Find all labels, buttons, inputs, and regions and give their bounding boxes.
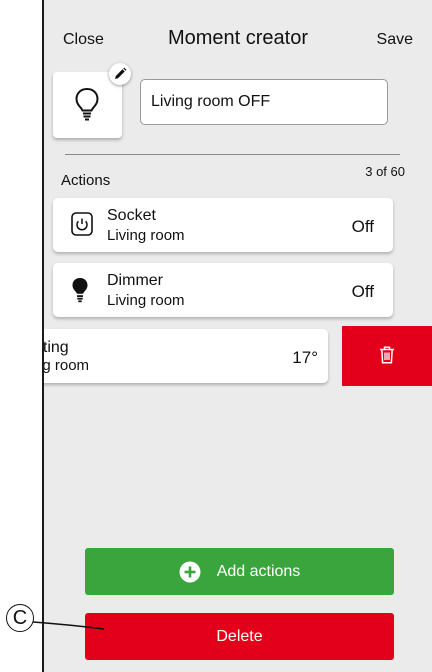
action-item-dimmer[interactable]: Dimmer Living room Off — [53, 263, 393, 317]
actions-heading: Actions — [61, 172, 111, 189]
moment-creator-screen: Close Moment creator Save 3 of 60 Action… — [44, 0, 432, 672]
pencil-icon — [115, 67, 127, 79]
divider — [65, 154, 400, 155]
socket-power-icon — [71, 212, 93, 236]
swipe-delete-button[interactable] — [342, 326, 432, 386]
edit-icon-button[interactable] — [109, 63, 131, 85]
action-room: ng room — [44, 357, 90, 374]
delete-button[interactable]: Delete — [85, 613, 394, 660]
delete-label: Delete — [216, 627, 263, 645]
plus-circle-icon — [179, 561, 201, 582]
action-room: Living room — [107, 227, 185, 244]
action-value: 17° — [292, 348, 318, 367]
add-actions-label: Add actions — [216, 562, 301, 580]
save-button[interactable]: Save — [377, 31, 413, 49]
action-value: Off — [351, 282, 374, 301]
action-title: Socket — [107, 207, 156, 224]
lightbulb-outline-icon — [75, 87, 99, 121]
action-value: Off — [351, 217, 374, 236]
action-room: Living room — [107, 292, 185, 309]
action-item-socket[interactable]: Socket Living room Off — [53, 198, 393, 252]
action-item-heating-swiped[interactable]: ating ng room 17° — [44, 329, 328, 383]
trash-icon — [380, 346, 394, 364]
add-actions-button[interactable]: Add actions — [85, 548, 394, 595]
actions-count: 3 of 60 — [365, 164, 405, 179]
moment-name-input[interactable] — [140, 79, 388, 125]
callout-marker: C — [6, 604, 34, 632]
page-title: Moment creator — [167, 27, 309, 49]
action-title: Dimmer — [107, 272, 163, 289]
action-title: ating — [44, 339, 69, 356]
lightbulb-filled-icon — [72, 278, 88, 303]
